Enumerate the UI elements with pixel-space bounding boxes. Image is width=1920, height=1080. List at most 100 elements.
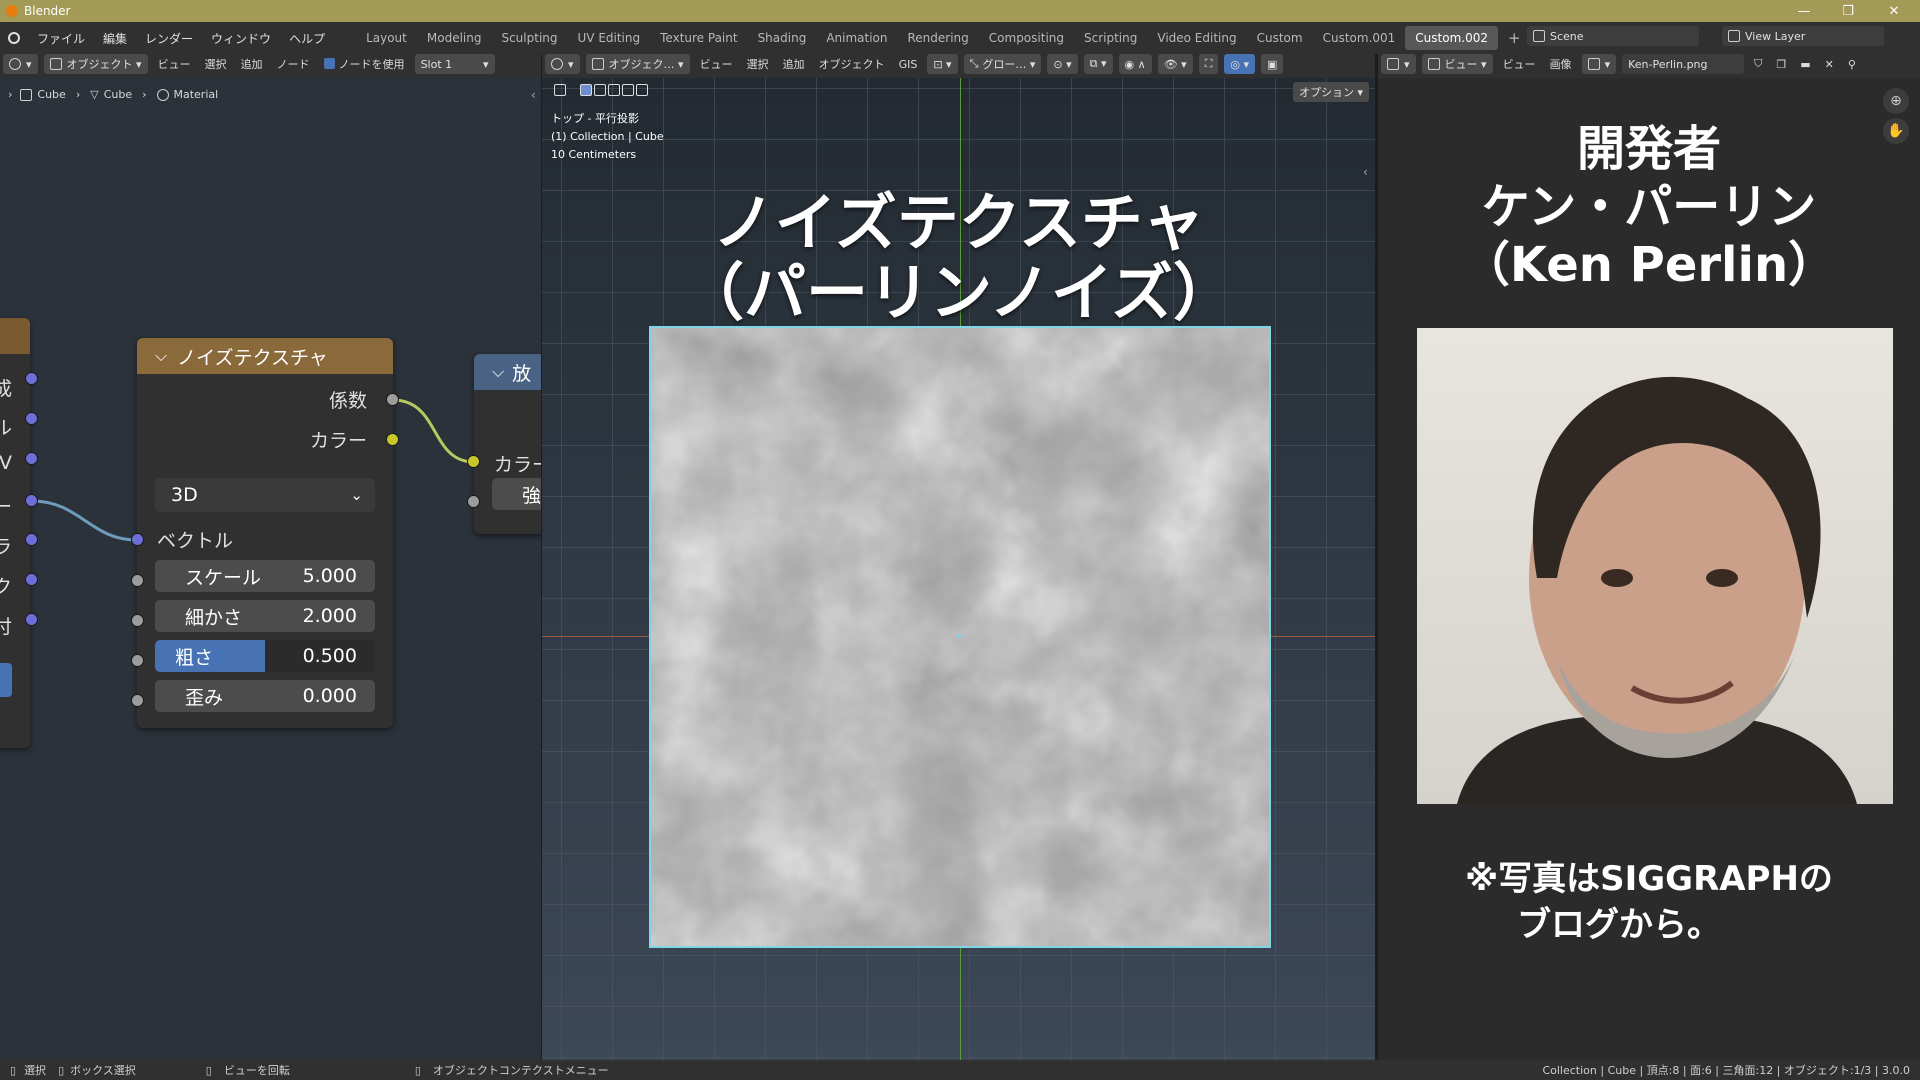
roughness-slider[interactable]: 粗さ 0.500	[155, 640, 375, 672]
image-menu-image[interactable]: 画像	[1543, 56, 1579, 72]
image-view-dropdown[interactable]: ビュー ▾	[1421, 54, 1493, 74]
tab-compositing[interactable]: Compositing	[979, 26, 1074, 50]
node-menu-add[interactable]: 追加	[234, 56, 270, 72]
emission-strength-socket[interactable]	[467, 495, 480, 508]
select-mode-invert-icon[interactable]	[622, 84, 634, 96]
tab-custom[interactable]: Custom	[1247, 26, 1313, 50]
left-node-button[interactable]	[0, 663, 12, 697]
detail-field[interactable]: 細かさ 2.000	[155, 600, 375, 632]
image-filename-field[interactable]: Ken-Perlin.png	[1622, 54, 1745, 74]
image-browse-icon[interactable]: ▾	[1581, 54, 1617, 74]
distortion-input-socket[interactable]	[131, 694, 144, 707]
scale-input-socket[interactable]	[131, 574, 144, 587]
menu-window[interactable]: ウィンドウ	[202, 30, 280, 47]
tool-select-icon[interactable]	[554, 84, 566, 96]
view-layer-selector[interactable]: View Layer	[1722, 26, 1884, 46]
select-mode-new-icon[interactable]	[580, 84, 592, 96]
tab-shading[interactable]: Shading	[748, 26, 817, 50]
viewport-menu-object[interactable]: オブジェクト	[812, 56, 892, 72]
output-socket[interactable]	[25, 412, 38, 425]
editor-type-node[interactable]: ▾	[3, 54, 38, 74]
close-button[interactable]: ✕	[1872, 0, 1916, 22]
output-socket[interactable]	[25, 494, 38, 507]
viewport-menu-gis[interactable]: GIS	[892, 58, 925, 71]
new-image-icon[interactable]: ❐	[1769, 58, 1793, 71]
menu-file[interactable]: ファイル	[28, 30, 94, 47]
tab-texture-paint[interactable]: Texture Paint	[650, 26, 747, 50]
pan-hand-icon[interactable]: ✋	[1883, 118, 1909, 144]
fake-user-icon[interactable]: ⛉	[1747, 57, 1769, 71]
options-dropdown[interactable]: オプション ▾	[1293, 82, 1370, 102]
tab-layout[interactable]: Layout	[356, 26, 417, 50]
menu-edit[interactable]: 編集	[94, 30, 136, 47]
snapping-icon[interactable]: ⧉ ▾	[1083, 54, 1113, 74]
emission-node-header[interactable]: ⌵ 放	[474, 354, 541, 390]
node-menu-node[interactable]: ノード	[270, 56, 317, 72]
fac-output-socket[interactable]	[386, 393, 399, 406]
output-socket[interactable]	[25, 573, 38, 586]
open-image-icon[interactable]: ▬	[1793, 58, 1817, 71]
noise-texture-node[interactable]: ⌵ ノイズテクスチャ 係数 カラー 3D ⌄ ベクトル スケール 5.000 細…	[137, 338, 393, 728]
tab-uv-editing[interactable]: UV Editing	[568, 26, 651, 50]
image-editor[interactable]: 開発者 ケン・パーリン （Ken Perlin） ※写真はSIGGRAPHの ブ…	[1378, 78, 1920, 1060]
tab-rendering[interactable]: Rendering	[898, 26, 979, 50]
collapse-chevron-icon[interactable]: ⌵	[155, 346, 167, 366]
tab-modeling[interactable]: Modeling	[417, 26, 492, 50]
output-socket[interactable]	[25, 372, 38, 385]
tab-scripting[interactable]: Scripting	[1074, 26, 1147, 50]
node-menu-select[interactable]: 選択	[198, 56, 234, 72]
blender-menu-icon[interactable]	[0, 32, 28, 44]
gizmo-icon[interactable]: ⛶	[1198, 54, 1219, 74]
emission-node[interactable]: ⌵ 放 カラー 強	[474, 354, 541, 534]
output-socket[interactable]	[25, 452, 38, 465]
node-menu-view[interactable]: ビュー	[151, 56, 198, 72]
tab-sculpting[interactable]: Sculpting	[491, 26, 567, 50]
unlink-image-icon[interactable]: ✕	[1818, 58, 1841, 71]
emission-strength-field[interactable]: 強	[492, 478, 541, 510]
viewport-menu-add[interactable]: 追加	[776, 56, 812, 72]
sidebar-toggle-icon[interactable]: ‹	[531, 88, 536, 102]
select-mode-extend-icon[interactable]	[594, 84, 606, 96]
noise-texture-plane[interactable]	[649, 326, 1271, 948]
node-editor[interactable]: › Cube › ▽ Cube › Material 成 ル V ー ラ ク 付 …	[0, 78, 541, 1060]
scale-field[interactable]: スケール 5.000	[155, 560, 375, 592]
viewport-menu-view[interactable]: ビュー	[693, 56, 740, 72]
vector-input-socket[interactable]	[131, 533, 144, 546]
viewport-sidebar-toggle-icon[interactable]: ‹	[1363, 165, 1368, 179]
menu-help[interactable]: ヘルプ	[280, 30, 334, 47]
distortion-field[interactable]: 歪み 0.000	[155, 680, 375, 712]
use-nodes-checkbox[interactable]: ノードを使用	[317, 56, 412, 72]
color-output-socket[interactable]	[386, 433, 399, 446]
minimize-button[interactable]: —	[1782, 0, 1826, 22]
pivot-icon[interactable]: ⊙ ▾	[1047, 54, 1078, 74]
transform-orientation-dropdown[interactable]: ⤡ グロー… ▾	[963, 54, 1042, 74]
viewport-menu-select[interactable]: 選択	[740, 56, 776, 72]
proportional-edit-icon[interactable]: ◉ ∧	[1118, 54, 1152, 74]
overlay-icon[interactable]: ◎ ▾	[1224, 54, 1256, 74]
tab-video-editing[interactable]: Video Editing	[1147, 26, 1246, 50]
select-mode-subtract-icon[interactable]	[608, 84, 620, 96]
emission-color-socket[interactable]	[467, 455, 480, 468]
viewport-mode-dropdown[interactable]: オブジェク… ▾	[585, 54, 690, 74]
dimension-dropdown[interactable]: 3D ⌄	[155, 478, 375, 512]
editor-type-image[interactable]: ▾	[1381, 54, 1416, 74]
output-socket[interactable]	[25, 533, 38, 546]
maximize-button[interactable]: ❐	[1826, 0, 1870, 22]
image-menu-view[interactable]: ビュー	[1496, 56, 1543, 72]
zoom-icon[interactable]: ⊕	[1883, 88, 1909, 114]
slot-dropdown[interactable]: Slot 1 ▾	[414, 54, 495, 74]
tab-animation[interactable]: Animation	[816, 26, 897, 50]
tab-custom-002[interactable]: Custom.002	[1405, 26, 1498, 50]
select-mode-intersect-icon[interactable]	[636, 84, 648, 96]
collapse-chevron-icon[interactable]: ⌵	[492, 362, 504, 382]
visibility-icon[interactable]: 👁 ▾	[1157, 54, 1193, 74]
snap-icon[interactable]: ⊡ ▾	[927, 54, 958, 74]
roughness-input-socket[interactable]	[131, 654, 144, 667]
3d-viewport[interactable]: ▾ オブジェク… ▾ ビュー 選択 追加 オブジェクト GIS ⊡ ▾ ⤡ グロー…	[542, 50, 1375, 1060]
noise-texture-node-header[interactable]: ⌵ ノイズテクスチャ	[137, 338, 393, 374]
detail-input-socket[interactable]	[131, 614, 144, 627]
scene-selector[interactable]: Scene	[1527, 26, 1699, 46]
output-socket[interactable]	[25, 613, 38, 626]
pin-icon[interactable]: ⚲	[1841, 58, 1863, 71]
editor-type-3d[interactable]: ▾	[545, 54, 580, 74]
